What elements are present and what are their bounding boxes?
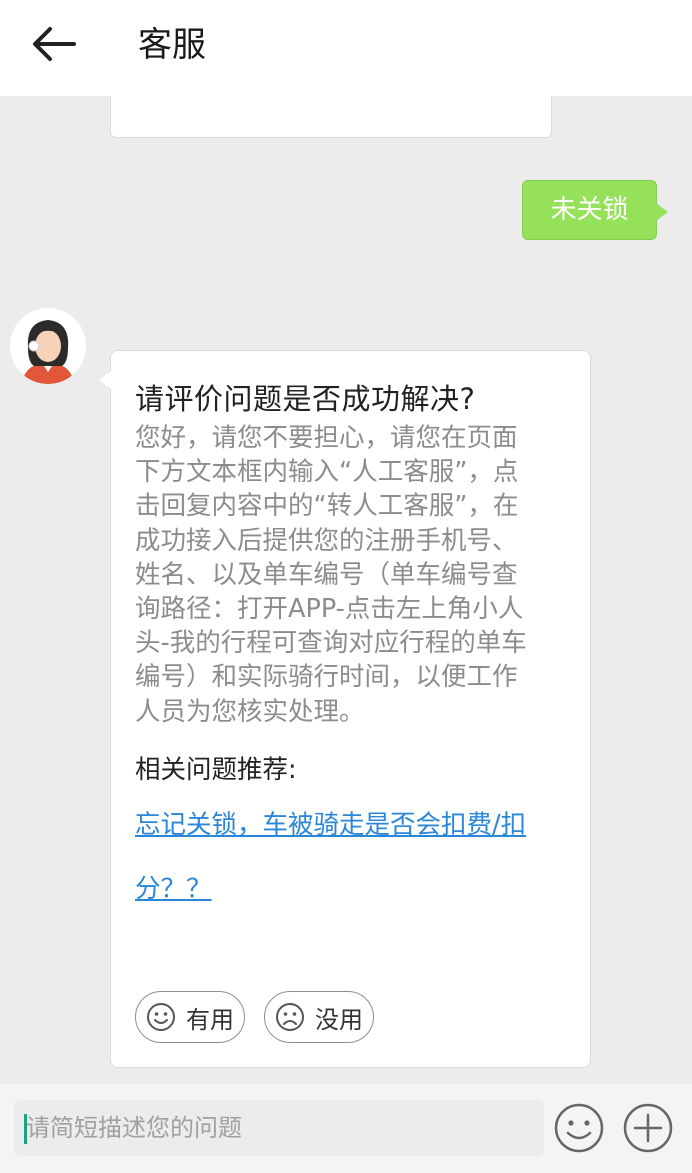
chat-area[interactable]: 未关锁 请评价问题是否成功解决? 您好，请您不要担心，请您在页面下方文本框内输入…	[0, 96, 692, 1084]
useless-label: 没用	[315, 1005, 363, 1034]
plus-icon[interactable]	[622, 1102, 674, 1154]
agent-avatar-icon	[10, 308, 86, 384]
sad-face-icon	[276, 1003, 304, 1031]
agent-avatar	[10, 308, 86, 384]
back-arrow-icon[interactable]	[30, 24, 78, 64]
top-bar: 客服	[0, 0, 692, 96]
page-title: 客服	[138, 25, 206, 65]
useful-button[interactable]: 有用	[135, 991, 245, 1043]
previous-message-bubble	[110, 96, 552, 138]
user-message-bubble: 未关锁	[522, 180, 668, 240]
feedback-buttons: 有用 没用	[135, 991, 374, 1043]
related-question-link[interactable]: 忘记关锁，车被骑走是否会扣费/扣分？？	[135, 793, 555, 921]
input-bar	[0, 1084, 692, 1173]
smile-icon	[147, 1003, 175, 1031]
related-questions-label: 相关问题推荐:	[135, 754, 297, 785]
useful-label: 有用	[186, 1005, 234, 1034]
answer-text: 您好，请您不要担心，请您在页面下方文本框内输入“人工客服”，点击回复内容中的“转…	[135, 423, 527, 727]
text-caret	[24, 1114, 27, 1144]
emoji-icon[interactable]	[553, 1102, 605, 1154]
useless-button[interactable]: 没用	[264, 991, 374, 1043]
evaluation-question: 请评价问题是否成功解决?	[135, 382, 476, 416]
message-input[interactable]	[14, 1100, 544, 1156]
agent-message-bubble: 请评价问题是否成功解决? 您好，请您不要担心，请您在页面下方文本框内输入“人工客…	[99, 350, 591, 1068]
